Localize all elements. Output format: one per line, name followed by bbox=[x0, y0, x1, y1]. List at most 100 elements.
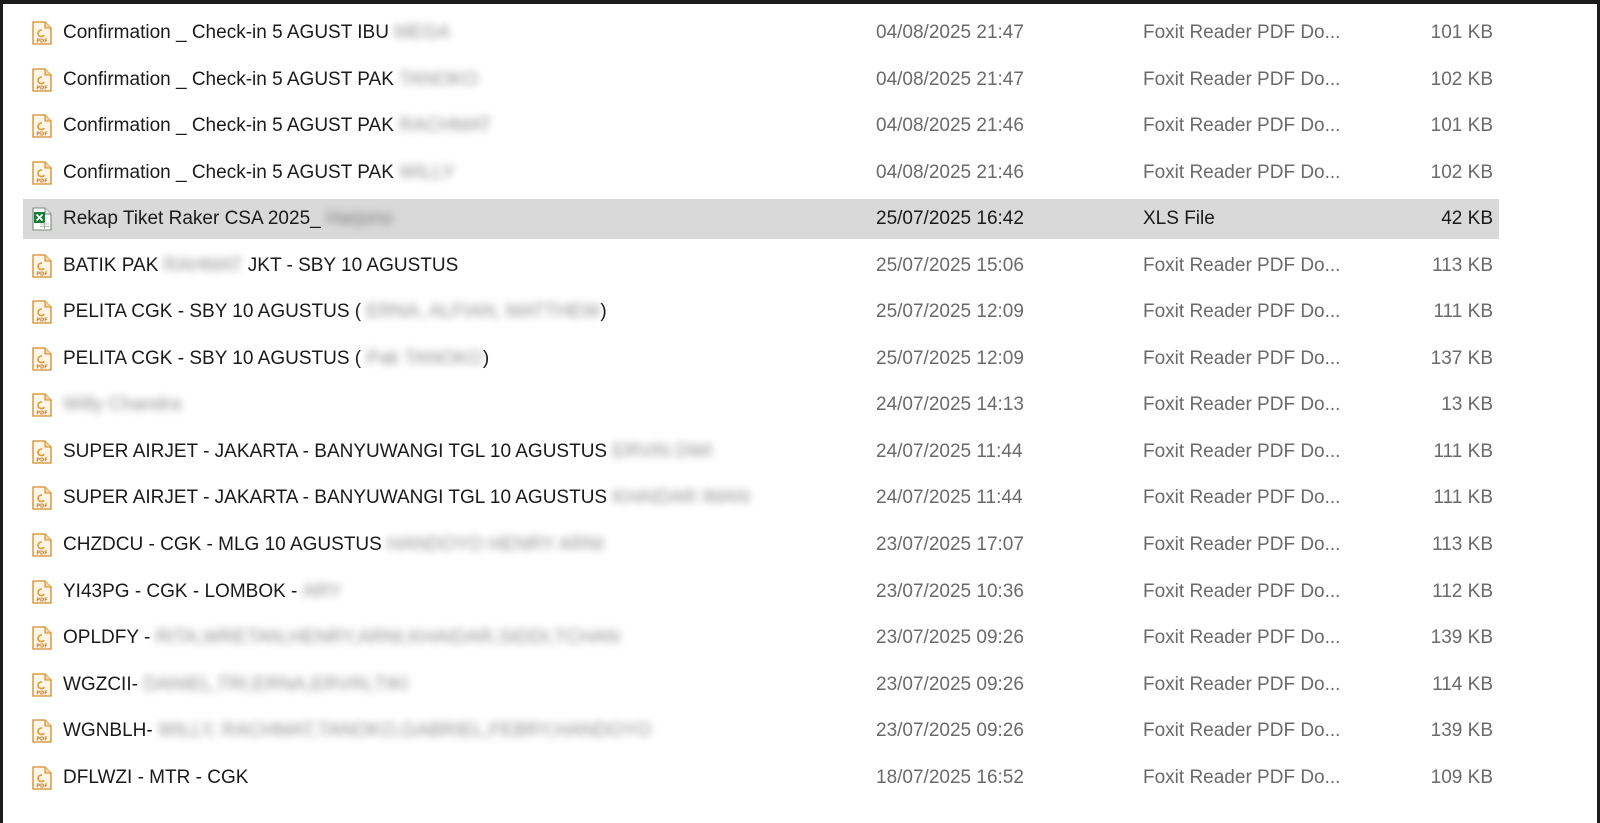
file-name-text: YI43PG - CGK - LOMBOK - bbox=[63, 580, 298, 602]
file-row[interactable]: PDF CHZDCU - CGK - MLG 10 AGUSTUS HANDOYO… bbox=[23, 525, 1499, 565]
file-row[interactable]: Rekap Tiket Raker CSA 2025_ Harjono 25/07… bbox=[23, 199, 1499, 240]
file-size: 113 KB bbox=[1432, 254, 1493, 276]
svg-text:PDF: PDF bbox=[36, 551, 47, 557]
svg-text:PDF: PDF bbox=[36, 39, 47, 45]
pdf-file-icon: PDF bbox=[32, 766, 52, 790]
file-name: SUPER AIRJET - JAKARTA - BANYUWANGI TGL … bbox=[63, 432, 712, 472]
file-row[interactable]: PDF SUPER AIRJET - JAKARTA - BANYUWANGI T… bbox=[23, 432, 1499, 472]
file-size: 113 KB bbox=[1432, 534, 1493, 556]
redacted-name-text: Harjono bbox=[325, 208, 393, 230]
svg-text:PDF: PDF bbox=[36, 132, 47, 138]
file-name: Rekap Tiket Raker CSA 2025_ Harjono bbox=[63, 199, 393, 239]
redacted-name-text: RAHMAT bbox=[163, 254, 243, 276]
redacted-name-text: ERVIN DWI bbox=[612, 440, 713, 462]
file-size: 139 KB bbox=[1430, 627, 1493, 649]
file-row[interactable]: PDF YI43PG - CGK - LOMBOK - ARY 23/07/2025… bbox=[23, 572, 1499, 612]
file-type: Foxit Reader PDF Do... bbox=[1143, 487, 1341, 509]
file-name: Confirmation _ Check-in 5 AGUST PAK TANO… bbox=[63, 60, 478, 100]
file-row[interactable]: PDF WGZCII- DANIEL,TRI,ERNA,ERVIN,TIKI 23/… bbox=[23, 665, 1499, 705]
pdf-file-icon: PDF bbox=[32, 393, 52, 418]
redacted-name-text: RACHMAT bbox=[399, 115, 492, 137]
file-row[interactable]: PDF PELITA CGK - SBY 10 AGUSTUS ( Pak TAN… bbox=[23, 339, 1499, 379]
file-size: 114 KB bbox=[1432, 673, 1493, 695]
file-name: PELITA CGK - SBY 10 AGUSTUS ( Pak TANOKO… bbox=[63, 339, 489, 379]
file-size: 112 KB bbox=[1432, 580, 1493, 602]
file-name: SUPER AIRJET - JAKARTA - BANYUWANGI TGL … bbox=[63, 478, 750, 518]
file-name: CHZDCU - CGK - MLG 10 AGUSTUS HANDOYO HE… bbox=[63, 525, 604, 565]
file-type: Foxit Reader PDF Do... bbox=[1143, 68, 1341, 90]
file-row[interactable]: PDF WGNBLH- WILLY, RACHMAT,TANOKO,GABRIEL… bbox=[23, 711, 1499, 751]
pdf-file-icon: PDF bbox=[32, 347, 52, 371]
pdf-file-icon: PDF bbox=[32, 486, 52, 511]
file-name: YI43PG - CGK - LOMBOK - ARY bbox=[63, 572, 341, 612]
file-row[interactable]: PDF DFLWZI - MTR - CGK 18/07/2025 16:52 Fox… bbox=[23, 758, 1499, 798]
file-name-text-suffix: ) bbox=[482, 347, 490, 369]
pdf-file-icon: PDF bbox=[32, 719, 52, 743]
file-size: 101 KB bbox=[1430, 115, 1493, 137]
file-name-text: Confirmation _ Check-in 5 AGUST PAK bbox=[63, 161, 394, 183]
file-name: Willy Chandra bbox=[63, 385, 181, 425]
file-date-modified: 04/08/2025 21:47 bbox=[876, 22, 1024, 43]
file-list: PDF Confirmation _ Check-in 5 AGUST IBU M… bbox=[23, 13, 1499, 804]
redacted-name-text: ARY bbox=[302, 580, 342, 602]
file-row[interactable]: PDF BATIK PAK RAHMAT JKT - SBY 10 AGUSTUS… bbox=[23, 246, 1499, 286]
file-type: XLS File bbox=[1143, 208, 1215, 230]
file-type: Foxit Reader PDF Do... bbox=[1143, 673, 1341, 695]
pdf-file-icon: PDF bbox=[32, 114, 52, 138]
file-name-text: Confirmation _ Check-in 5 AGUST PAK bbox=[63, 115, 394, 137]
redacted-name-text: Willy Chandra bbox=[63, 394, 182, 416]
file-type: Foxit Reader PDF Do... bbox=[1143, 301, 1341, 323]
redacted-name-text: MEGA bbox=[394, 22, 451, 43]
svg-text:PDF: PDF bbox=[36, 364, 47, 370]
file-date-modified: 23/07/2025 09:26 bbox=[876, 627, 1024, 649]
file-date-modified: 04/08/2025 21:46 bbox=[876, 115, 1024, 137]
file-name: WGNBLH- WILLY, RACHMAT,TANOKO,GABRIEL,FE… bbox=[63, 711, 651, 751]
file-date-modified: 24/07/2025 14:13 bbox=[876, 394, 1024, 416]
svg-text:PDF: PDF bbox=[36, 271, 47, 277]
file-type: Foxit Reader PDF Do... bbox=[1143, 534, 1341, 556]
file-row[interactable]: PDF SUPER AIRJET - JAKARTA - BANYUWANGI T… bbox=[23, 478, 1499, 518]
file-name: BATIK PAK RAHMAT JKT - SBY 10 AGUSTUS bbox=[63, 246, 458, 286]
file-row[interactable]: PDF Confirmation _ Check-in 5 AGUST PAK T… bbox=[23, 60, 1499, 100]
file-size: 111 KB bbox=[1433, 301, 1493, 323]
file-date-modified: 18/07/2025 16:52 bbox=[876, 766, 1024, 788]
file-name: WGZCII- DANIEL,TRI,ERNA,ERVIN,TIKI bbox=[63, 665, 409, 705]
file-date-modified: 04/08/2025 21:47 bbox=[876, 68, 1024, 90]
pdf-file-icon: PDF bbox=[32, 254, 52, 278]
file-type: Foxit Reader PDF Do... bbox=[1143, 254, 1341, 276]
file-type: Foxit Reader PDF Do... bbox=[1143, 161, 1341, 183]
pdf-file-icon: PDF bbox=[32, 533, 52, 557]
file-size: 137 KB bbox=[1430, 347, 1493, 369]
file-date-modified: 23/07/2025 09:26 bbox=[876, 720, 1024, 742]
file-row[interactable]: PDF OPLDFY - RITA,WRETAN,HENRY,ARNI,KHAID… bbox=[23, 618, 1499, 658]
file-name: Confirmation _ Check-in 5 AGUST PAK RACH… bbox=[63, 106, 492, 146]
file-name-text-suffix: JKT - SBY 10 AGUSTUS bbox=[247, 254, 459, 276]
file-row[interactable]: PDF Confirmation _ Check-in 5 AGUST IBU M… bbox=[23, 13, 1499, 53]
file-name-text: Rekap Tiket Raker CSA 2025_ bbox=[63, 208, 321, 230]
file-date-modified: 25/07/2025 12:09 bbox=[876, 347, 1024, 369]
file-row[interactable]: PDF Willy Chandra 24/07/2025 14:13 Foxit Re… bbox=[23, 385, 1499, 425]
file-size: 111 KB bbox=[1433, 440, 1493, 462]
file-size: 109 KB bbox=[1430, 766, 1493, 788]
file-row[interactable]: PDF Confirmation _ Check-in 5 AGUST PAK R… bbox=[23, 106, 1499, 146]
file-name-text: OPLDFY - bbox=[63, 627, 151, 649]
file-name: OPLDFY - RITA,WRETAN,HENRY,ARNI,KHAIDAR,… bbox=[63, 618, 620, 658]
file-name: PELITA CGK - SBY 10 AGUSTUS ( ERNA, ALFI… bbox=[63, 292, 607, 332]
file-date-modified: 24/07/2025 11:44 bbox=[876, 440, 1023, 462]
pdf-file-icon: PDF bbox=[32, 440, 52, 464]
file-name-text: CHZDCU - CGK - MLG 10 AGUSTUS bbox=[63, 534, 382, 556]
svg-text:PDF: PDF bbox=[36, 85, 47, 91]
file-row[interactable]: PDF PELITA CGK - SBY 10 AGUSTUS ( ERNA, A… bbox=[23, 292, 1499, 332]
file-size: 42 KB bbox=[1441, 208, 1493, 230]
file-row[interactable]: PDF Confirmation _ Check-in 5 AGUST PAK W… bbox=[23, 153, 1499, 193]
file-size: 102 KB bbox=[1430, 161, 1493, 183]
pdf-file-icon: PDF bbox=[32, 160, 52, 185]
file-type: Foxit Reader PDF Do... bbox=[1143, 580, 1341, 602]
svg-text:PDF: PDF bbox=[36, 690, 47, 696]
file-type: Foxit Reader PDF Do... bbox=[1143, 720, 1341, 742]
svg-text:PDF: PDF bbox=[36, 737, 47, 743]
svg-text:PDF: PDF bbox=[36, 597, 47, 603]
file-name: Confirmation _ Check-in 5 AGUST PAK WILL… bbox=[63, 153, 455, 193]
file-name-text: Confirmation _ Check-in 5 AGUST IBU bbox=[63, 22, 389, 43]
file-name-text: BATIK PAK bbox=[63, 254, 159, 276]
